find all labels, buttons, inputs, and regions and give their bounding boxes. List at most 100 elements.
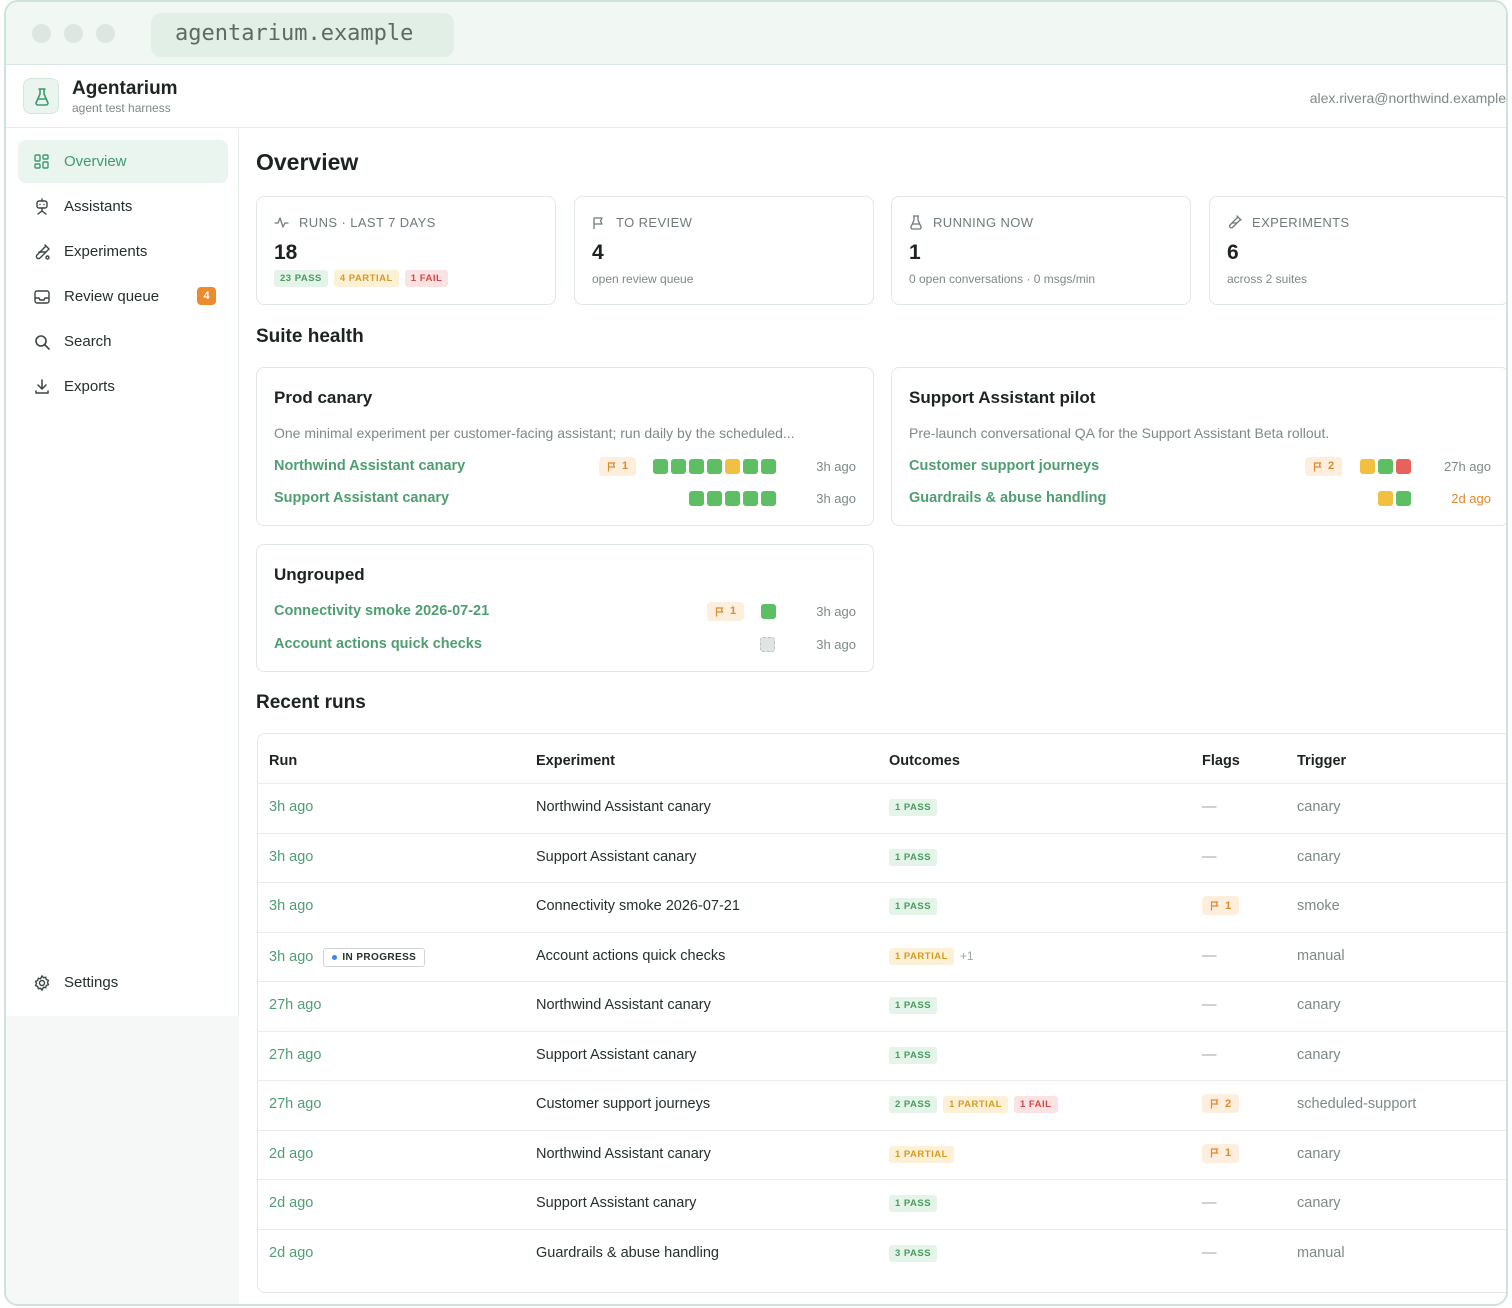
column-header-trigger[interactable]: Trigger xyxy=(1297,753,1346,769)
run-time-link[interactable]: 3h ago xyxy=(269,949,313,965)
experiment-link[interactable]: Connectivity smoke 2026-07-21 xyxy=(274,603,489,619)
outcome-square-pass[interactable] xyxy=(671,459,686,474)
sidebar-item-review-queue[interactable]: Review queue 4 xyxy=(18,275,228,318)
flag-icon xyxy=(607,461,616,471)
outcome-square-partial[interactable] xyxy=(725,459,740,474)
address-bar[interactable]: agentarium.example xyxy=(151,13,454,57)
run-time-link[interactable]: 3h ago xyxy=(269,898,313,914)
flag-chip[interactable]: 1 xyxy=(599,457,637,476)
outcome-square-pass[interactable] xyxy=(707,459,722,474)
table-row[interactable]: 27h ago Customer support journeys 2 PASS… xyxy=(258,1080,1506,1129)
cell-experiment: Guardrails & abuse handling xyxy=(536,1244,719,1261)
stat-sub: across 2 suites xyxy=(1227,272,1308,286)
stat-card-runs[interactable]: RUNS · LAST 7 DAYS 18 23 PASS 4 PARTIAL … xyxy=(256,196,556,305)
stat-value: 18 xyxy=(274,241,298,264)
stat-card-experiments[interactable]: EXPERIMENTS 6 across 2 suites xyxy=(1209,196,1506,305)
app-subtitle: agent test harness xyxy=(72,101,171,115)
outcome-square-pass[interactable] xyxy=(761,491,776,506)
run-time-link[interactable]: 3h ago xyxy=(269,799,313,815)
no-flags: — xyxy=(1202,848,1217,865)
run-time-link[interactable]: 2d ago xyxy=(269,1195,313,1211)
outcome-square-pass[interactable] xyxy=(689,459,704,474)
flag-chip[interactable]: 1 xyxy=(1202,1143,1240,1163)
outcome-squares xyxy=(1360,459,1411,474)
more-outcomes[interactable]: +1 xyxy=(960,949,974,963)
run-time-link[interactable]: 27h ago xyxy=(269,1047,321,1063)
sidebar-item-search[interactable]: Search xyxy=(18,320,228,363)
experiment-link[interactable]: Northwind Assistant canary xyxy=(274,458,465,474)
sidebar-item-overview[interactable]: Overview xyxy=(18,140,228,183)
experiment-time: 3h ago xyxy=(816,604,856,619)
table-row[interactable]: 2d ago Support Assistant canary 1 PASS —… xyxy=(258,1179,1506,1228)
outcome-square-pass[interactable] xyxy=(761,604,776,619)
partial-pill: 1 PARTIAL xyxy=(943,1096,1008,1113)
cell-run: 27h ago xyxy=(269,1096,321,1112)
table-row[interactable]: 2d ago Northwind Assistant canary 1 PART… xyxy=(258,1129,1506,1179)
outcome-square-pass[interactable] xyxy=(1396,491,1411,506)
partial-pill: 1 PARTIAL xyxy=(889,947,954,965)
column-header-run[interactable]: Run xyxy=(269,753,297,769)
cell-trigger: canary xyxy=(1297,799,1341,815)
experiment-link[interactable]: Guardrails & abuse handling xyxy=(909,490,1106,506)
flag-chip[interactable]: 1 xyxy=(1202,896,1240,915)
stat-value: 6 xyxy=(1227,241,1239,264)
table-row[interactable]: 2d ago Guardrails & abuse handling 3 PAS… xyxy=(258,1228,1506,1278)
run-time-link[interactable]: 27h ago xyxy=(269,997,321,1013)
table-row[interactable]: 3h ago Connectivity smoke 2026-07-21 1 P… xyxy=(258,882,1506,931)
window-close-dot[interactable] xyxy=(32,24,51,43)
experiment-link[interactable]: Customer support journeys xyxy=(909,458,1099,474)
flag-chip[interactable]: 2 xyxy=(1202,1094,1240,1113)
run-time-link[interactable]: 2d ago xyxy=(269,1146,313,1162)
window-minimize-dot[interactable] xyxy=(64,24,83,43)
flag-chip[interactable]: 1 xyxy=(707,602,745,621)
dashboard-icon xyxy=(34,153,49,169)
column-header-outcomes[interactable]: Outcomes xyxy=(889,753,960,769)
experiment-link[interactable]: Support Assistant canary xyxy=(274,490,449,506)
window-maximize-dot[interactable] xyxy=(96,24,115,43)
sidebar-item-settings[interactable]: Settings xyxy=(18,961,228,1004)
no-flags: — xyxy=(1202,997,1217,1013)
outcome-squares xyxy=(689,491,776,506)
table-row[interactable]: 27h ago Northwind Assistant canary 1 PAS… xyxy=(258,981,1506,1030)
column-header-experiment[interactable]: Experiment xyxy=(536,753,615,769)
cell-run: 27h ago xyxy=(269,1047,321,1063)
activity-icon xyxy=(274,217,289,228)
outcome-square-pass[interactable] xyxy=(689,491,704,506)
outcome-square-pass[interactable] xyxy=(761,459,776,474)
cell-flags: — xyxy=(1202,799,1217,815)
outcome-square-partial[interactable] xyxy=(1360,459,1375,474)
experiment-link[interactable]: Account actions quick checks xyxy=(274,636,482,652)
outcome-square-empty[interactable] xyxy=(760,637,775,652)
table-row[interactable]: 3h ago IN PROGRESS Account actions quick … xyxy=(258,931,1506,981)
outcome-square-pass[interactable] xyxy=(707,491,722,506)
flag-icon xyxy=(1210,1098,1219,1108)
stat-card-review[interactable]: TO REVIEW 4 open review queue xyxy=(574,196,874,305)
flag-icon xyxy=(593,216,603,229)
cell-run: 2d ago xyxy=(269,1195,313,1211)
outcome-square-pass[interactable] xyxy=(743,459,758,474)
table-row[interactable]: 3h ago Northwind Assistant canary 1 PASS… xyxy=(258,783,1506,832)
column-header-flags[interactable]: Flags xyxy=(1202,753,1240,769)
outcome-square-pass[interactable] xyxy=(1378,459,1393,474)
outcome-square-pass[interactable] xyxy=(653,459,668,474)
sidebar-item-experiments[interactable]: Experiments xyxy=(18,230,228,273)
outcome-square-pass[interactable] xyxy=(725,491,740,506)
outcome-square-partial[interactable] xyxy=(1378,491,1393,506)
flag-chip[interactable]: 2 xyxy=(1305,457,1343,476)
no-flags: — xyxy=(1202,947,1217,964)
run-time-link[interactable]: 2d ago xyxy=(269,1245,313,1261)
run-time-link[interactable]: 3h ago xyxy=(269,849,313,865)
browser-titlebar: agentarium.example xyxy=(6,2,1506,65)
table-row[interactable]: 3h ago Support Assistant canary 1 PASS —… xyxy=(258,832,1506,882)
outcome-square-fail[interactable] xyxy=(1396,459,1411,474)
outcome-square-pass[interactable] xyxy=(743,491,758,506)
run-time-link[interactable]: 27h ago xyxy=(269,1096,321,1112)
browser-window: agentarium.example Agentarium agent test… xyxy=(4,0,1508,1306)
table-row[interactable]: 27h ago Support Assistant canary 1 PASS … xyxy=(258,1030,1506,1080)
sidebar-item-assistants[interactable]: Assistants xyxy=(18,185,228,228)
sidebar-item-exports[interactable]: Exports xyxy=(18,365,228,408)
user-email[interactable]: alex.rivera@northwind.example xyxy=(1310,90,1506,106)
suite-experiment-row: Customer support journeys 2 27h ago xyxy=(909,456,1491,478)
stat-card-running[interactable]: RUNNING NOW 1 0 open conversations · 0 m… xyxy=(891,196,1191,305)
app-logo[interactable] xyxy=(23,78,59,114)
